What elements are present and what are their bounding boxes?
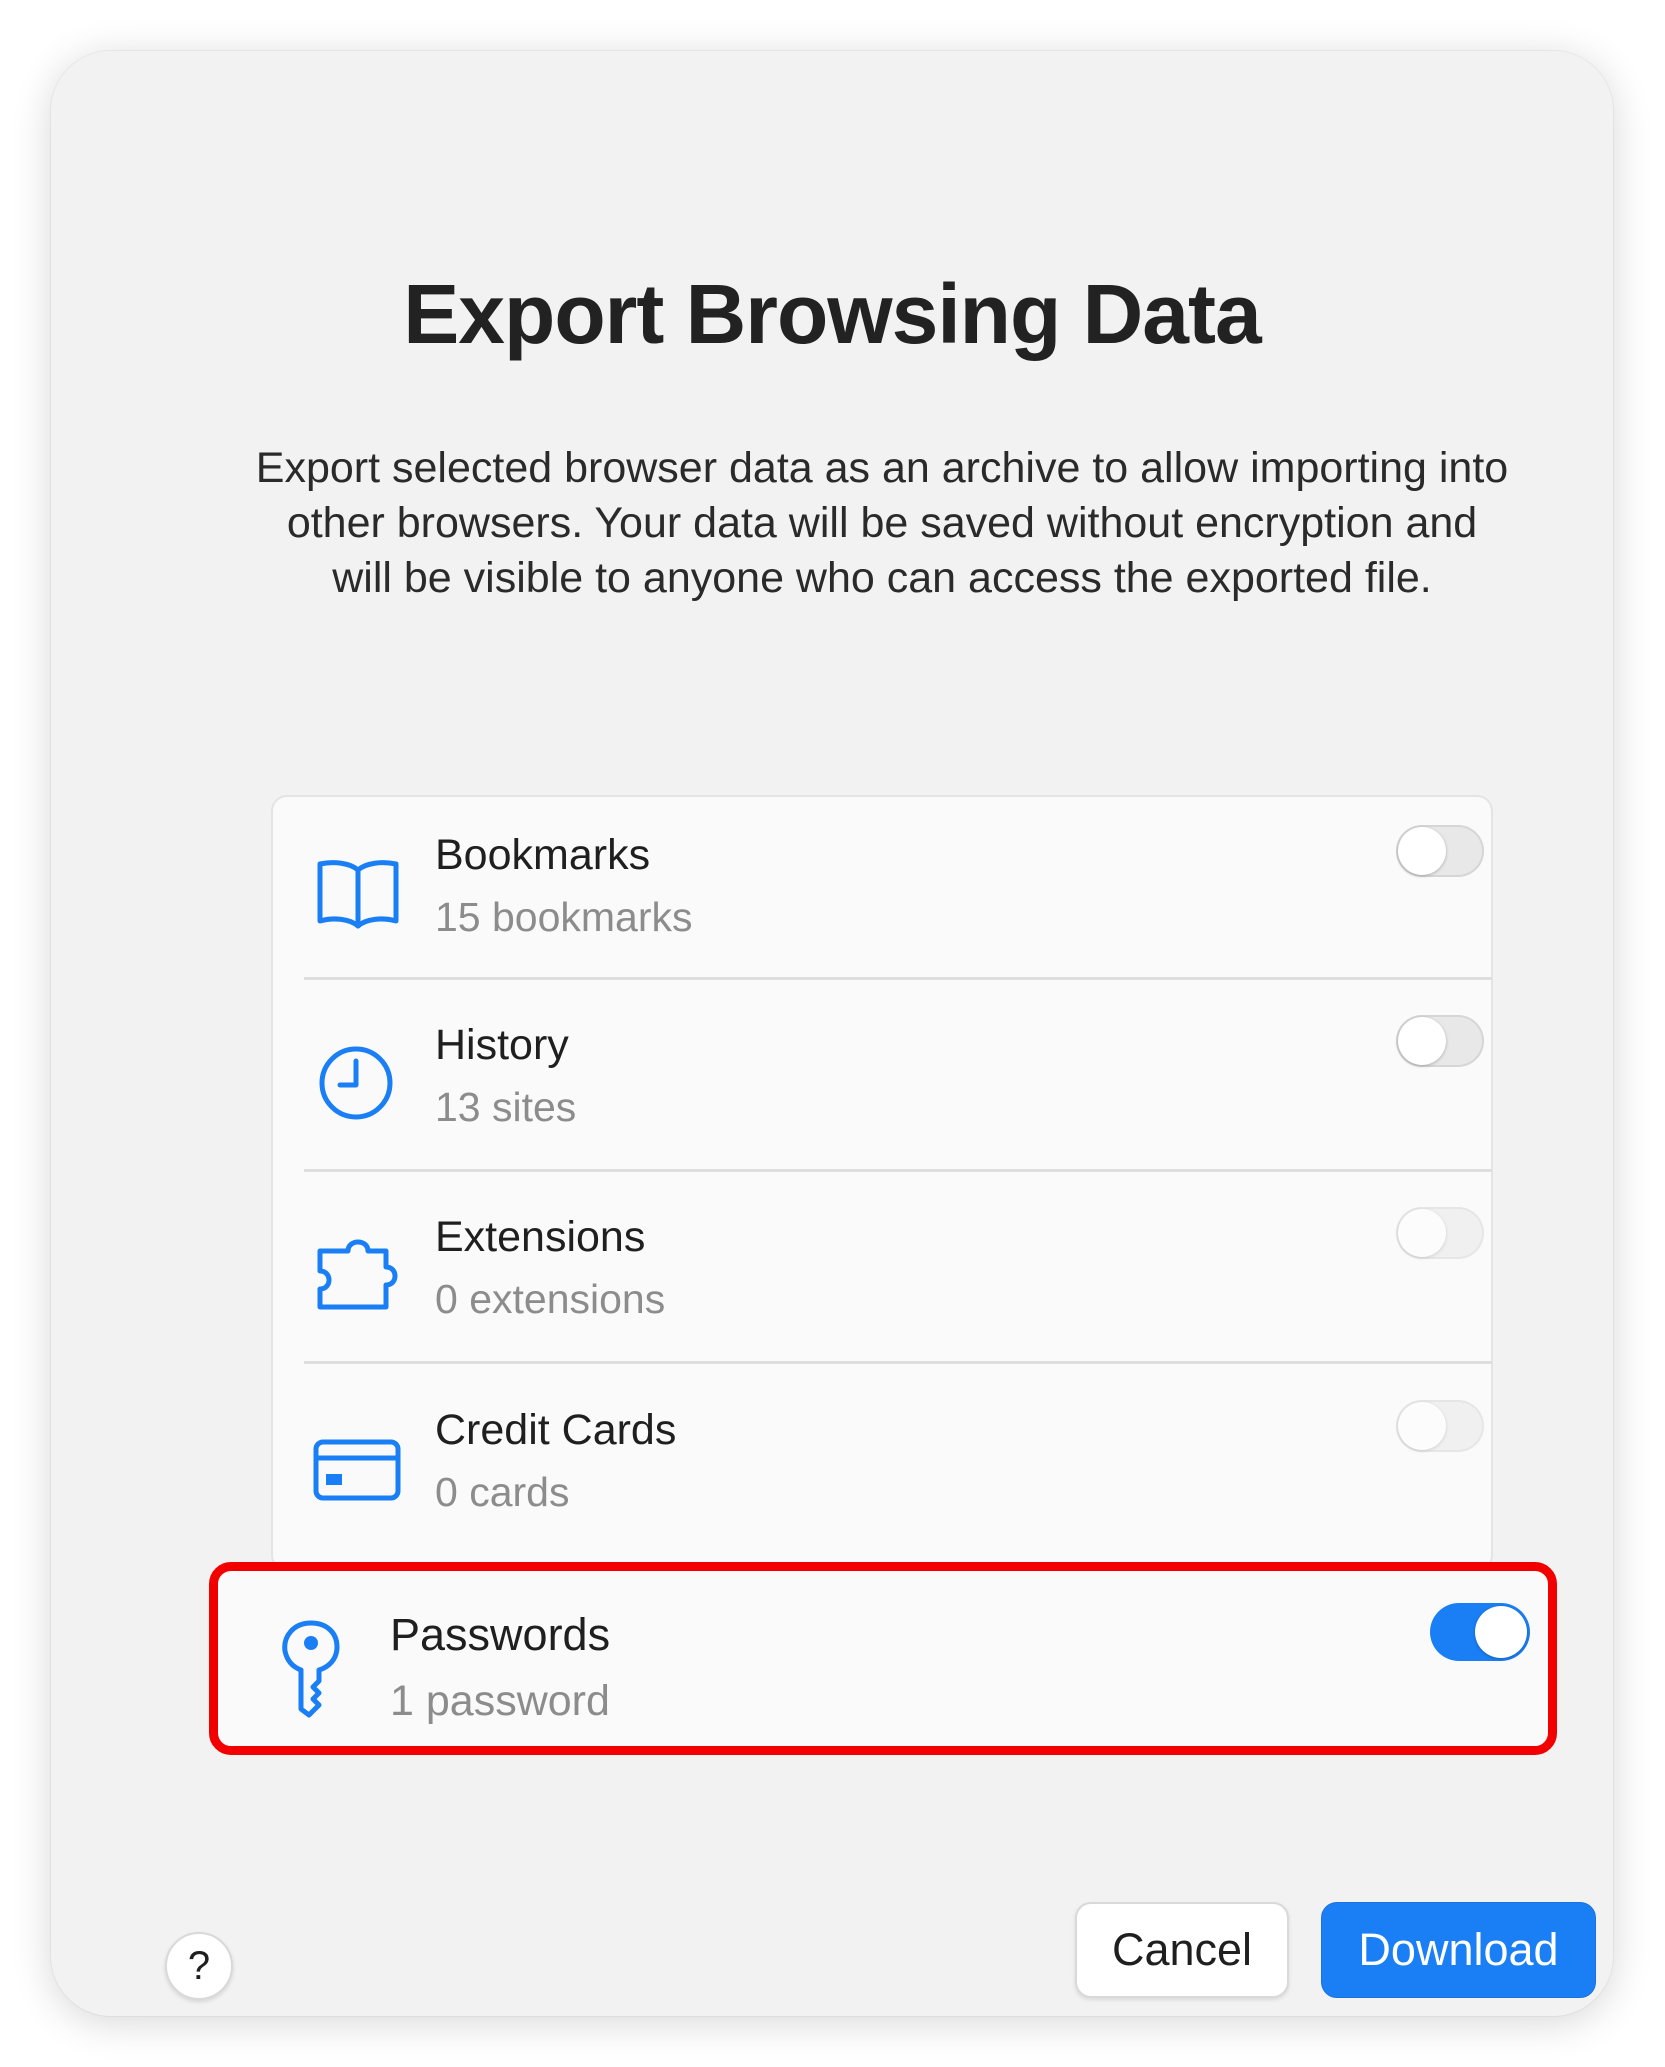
list-item-title: Bookmarks — [435, 831, 651, 879]
download-button[interactable]: Download — [1321, 1902, 1596, 1998]
toggle-knob — [1398, 1209, 1446, 1257]
list-item-passwords: Passwords 1 password — [209, 1562, 1557, 1755]
cancel-button[interactable]: Cancel — [1075, 1902, 1289, 1998]
list-item-title: Extensions — [435, 1213, 646, 1261]
extensions-toggle[interactable] — [1396, 1207, 1484, 1259]
divider — [304, 1169, 1492, 1172]
clock-icon — [310, 1033, 406, 1129]
toggle-knob — [1398, 1402, 1446, 1450]
dialog-description: Export selected browser data as an archi… — [255, 444, 1509, 602]
list-item-bookmarks: Bookmarks 15 bookmarks — [304, 797, 1492, 989]
list-item-count: 0 cards — [435, 1469, 570, 1515]
list-item-history: History 13 sites — [304, 987, 1492, 1179]
list-item-extensions: Extensions 0 extensions — [304, 1179, 1492, 1371]
divider — [304, 1361, 1492, 1364]
passwords-toggle[interactable] — [1430, 1603, 1530, 1661]
puzzle-icon — [310, 1225, 406, 1321]
book-icon — [310, 843, 406, 939]
data-type-list: Bookmarks 15 bookmarks History 13 sites — [271, 795, 1493, 1571]
bookmarks-toggle[interactable] — [1396, 825, 1484, 877]
dialog-title: Export Browsing Data — [403, 267, 1261, 361]
list-item-count: 13 sites — [435, 1084, 577, 1130]
list-item-count: 0 extensions — [435, 1276, 666, 1322]
list-item-credit-cards: Credit Cards 0 cards — [304, 1372, 1492, 1564]
list-item-title: History — [435, 1021, 569, 1069]
toggle-knob — [1475, 1606, 1527, 1658]
credit-cards-toggle[interactable] — [1396, 1400, 1484, 1452]
toggle-knob — [1398, 1017, 1446, 1065]
list-item-count: 15 bookmarks — [435, 894, 693, 940]
credit-card-icon — [310, 1418, 406, 1514]
export-browsing-data-dialog: Export Browsing Data Export selected bro… — [51, 51, 1613, 2016]
list-item-title: Passwords — [390, 1609, 611, 1660]
help-button[interactable]: ? — [165, 1932, 233, 2000]
toggle-knob — [1398, 827, 1446, 875]
divider — [304, 977, 1492, 980]
history-toggle[interactable] — [1396, 1015, 1484, 1067]
list-item-count: 1 password — [390, 1677, 610, 1725]
list-item-title: Credit Cards — [435, 1406, 677, 1454]
key-icon — [263, 1615, 359, 1721]
